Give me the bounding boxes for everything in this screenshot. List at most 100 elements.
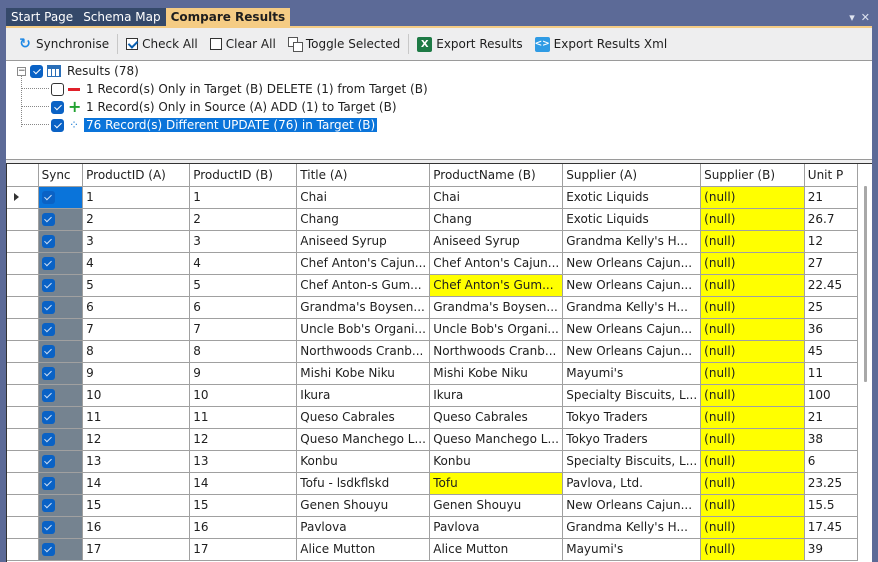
sync-checkbox[interactable] — [41, 499, 55, 512]
cell-productname-b[interactable]: Chai — [429, 186, 564, 209]
cell-unit-price[interactable]: 21 — [804, 406, 858, 429]
cell-productname-b[interactable]: Alice Mutton — [429, 538, 564, 561]
cell-supplier-a[interactable]: Grandma Kelly's H... — [562, 230, 702, 253]
tab-start-page[interactable]: Start Page — [6, 8, 79, 26]
export-results-xml-button[interactable]: <> Export Results Xml — [529, 32, 673, 56]
sync-cell[interactable] — [38, 538, 84, 561]
table-row[interactable]: 8 8 Northwoods Cranb... Northwoods Cranb...… — [7, 340, 858, 363]
sync-checkbox[interactable] — [41, 213, 55, 226]
cell-productname-b[interactable]: Genen Shouyu — [429, 494, 564, 517]
table-row[interactable]: 4 4 Chef Anton's Cajun... Chef Anton's Caju… — [7, 252, 858, 275]
row-header[interactable] — [7, 318, 39, 341]
cell-supplier-b[interactable]: (null) — [700, 318, 805, 341]
cell-productid-a[interactable]: 8 — [82, 340, 191, 363]
row-header[interactable] — [7, 186, 39, 209]
cell-supplier-a[interactable]: Mayumi's — [562, 362, 702, 385]
cell-productid-b[interactable]: 14 — [189, 472, 298, 495]
scrollbar-thumb[interactable] — [864, 186, 867, 382]
sync-cell[interactable] — [38, 208, 84, 231]
collapse-icon[interactable]: − — [17, 66, 26, 76]
cell-productname-b[interactable]: Tofu — [429, 472, 564, 495]
sync-checkbox[interactable] — [41, 367, 55, 380]
table-row[interactable]: 9 9 Mishi Kobe Niku Mishi Kobe Niku Mayumi's… — [7, 362, 858, 385]
table-row[interactable]: 13 13 Konbu Konbu Specialty Biscuits, L... (n… — [7, 450, 858, 473]
sync-checkbox[interactable] — [41, 543, 55, 556]
sync-cell[interactable] — [38, 186, 84, 209]
cell-productid-a[interactable]: 13 — [82, 450, 191, 473]
cell-title-a[interactable]: Ikura — [296, 384, 431, 407]
column-header-unit-price[interactable]: Unit P — [804, 164, 858, 187]
sync-cell[interactable] — [38, 384, 84, 407]
cell-productid-b[interactable]: 17 — [189, 538, 298, 561]
cell-productid-a[interactable]: 4 — [82, 252, 191, 275]
sync-checkbox[interactable] — [41, 235, 55, 248]
cell-supplier-b[interactable]: (null) — [700, 186, 805, 209]
column-header-supplier-a[interactable]: Supplier (A) — [562, 164, 702, 187]
sync-cell[interactable] — [38, 450, 84, 473]
cell-productid-b[interactable]: 6 — [189, 296, 298, 319]
table-row[interactable]: 1 1 Chai Chai Exotic Liquids (null) 21 — [7, 186, 858, 209]
sync-checkbox[interactable] — [41, 455, 55, 468]
export-results-button[interactable]: X Export Results — [411, 32, 528, 56]
cell-productname-b[interactable]: Aniseed Syrup — [429, 230, 564, 253]
update-node-checkbox[interactable] — [51, 118, 64, 132]
tab-list-dropdown-icon[interactable]: ▾ — [849, 12, 855, 24]
cell-supplier-a[interactable]: Exotic Liquids — [562, 186, 702, 209]
cell-productid-a[interactable]: 14 — [82, 472, 191, 495]
sync-cell[interactable] — [38, 362, 84, 385]
row-header[interactable] — [7, 472, 39, 495]
close-tab-icon[interactable]: ✕ — [861, 12, 870, 24]
row-header[interactable] — [7, 428, 39, 451]
cell-title-a[interactable]: Tofu - lsdkflskd — [296, 472, 431, 495]
cell-productid-b[interactable]: 9 — [189, 362, 298, 385]
sync-checkbox[interactable] — [41, 411, 55, 424]
cell-unit-price[interactable]: 15.5 — [804, 494, 858, 517]
sync-checkbox[interactable] — [41, 279, 55, 292]
sync-cell[interactable] — [38, 230, 84, 253]
cell-supplier-b[interactable]: (null) — [700, 296, 805, 319]
cell-productname-b[interactable]: Chef Anton's Gum... — [429, 274, 564, 297]
cell-supplier-b[interactable]: (null) — [700, 406, 805, 429]
cell-title-a[interactable]: Chai — [296, 186, 431, 209]
row-header[interactable] — [7, 252, 39, 275]
row-header[interactable] — [7, 494, 39, 517]
cell-supplier-a[interactable]: New Orleans Cajun... — [562, 340, 702, 363]
cell-unit-price[interactable]: 25 — [804, 296, 858, 319]
cell-productid-a[interactable]: 16 — [82, 516, 191, 539]
tree-node-add[interactable]: + 1 Record(s) Only in Source (A) ADD (1)… — [51, 98, 399, 116]
cell-supplier-b[interactable]: (null) — [700, 494, 805, 517]
cell-unit-price[interactable]: 27 — [804, 252, 858, 275]
table-row[interactable]: 6 6 Grandma's Boysen... Grandma's Boysen...… — [7, 296, 858, 319]
cell-productname-b[interactable]: Uncle Bob's Organi... — [429, 318, 564, 341]
cell-productid-b[interactable]: 8 — [189, 340, 298, 363]
cell-unit-price[interactable]: 39 — [804, 538, 858, 561]
cell-unit-price[interactable]: 11 — [804, 362, 858, 385]
cell-unit-price[interactable]: 6 — [804, 450, 858, 473]
cell-supplier-a[interactable]: New Orleans Cajun... — [562, 274, 702, 297]
cell-productid-b[interactable]: 3 — [189, 230, 298, 253]
column-header-sync[interactable]: Sync — [38, 164, 84, 187]
row-header[interactable] — [7, 450, 39, 473]
cell-title-a[interactable]: Queso Cabrales — [296, 406, 431, 429]
cell-title-a[interactable]: Grandma's Boysen... — [296, 296, 431, 319]
cell-productname-b[interactable]: Konbu — [429, 450, 564, 473]
cell-supplier-a[interactable]: Exotic Liquids — [562, 208, 702, 231]
sync-cell[interactable] — [38, 472, 84, 495]
cell-productname-b[interactable]: Northwoods Cranb... — [429, 340, 564, 363]
cell-title-a[interactable]: Uncle Bob's Organi... — [296, 318, 431, 341]
table-row[interactable]: 17 17 Alice Mutton Alice Mutton Mayumi's (nul… — [7, 538, 858, 561]
column-header-productid-a[interactable]: ProductID (A) — [82, 164, 191, 187]
tree-node-update[interactable]: ⁘ 76 Record(s) Different UPDATE (76) in … — [51, 116, 378, 134]
cell-unit-price[interactable]: 45 — [804, 340, 858, 363]
column-header-title-a[interactable]: Title (A) — [296, 164, 431, 187]
table-row[interactable]: 2 2 Chang Chang Exotic Liquids (null) 26.7 — [7, 208, 858, 231]
cell-supplier-a[interactable]: Tokyo Traders — [562, 406, 702, 429]
cell-unit-price[interactable]: 100 — [804, 384, 858, 407]
cell-supplier-a[interactable]: Grandma Kelly's H... — [562, 296, 702, 319]
results-checkbox[interactable] — [30, 64, 43, 78]
add-node-checkbox[interactable] — [51, 100, 64, 114]
vertical-scrollbar[interactable] — [858, 163, 872, 562]
row-header[interactable] — [7, 230, 39, 253]
table-row[interactable]: 3 3 Aniseed Syrup Aniseed Syrup Grandma Kell… — [7, 230, 858, 253]
row-header[interactable] — [7, 406, 39, 429]
